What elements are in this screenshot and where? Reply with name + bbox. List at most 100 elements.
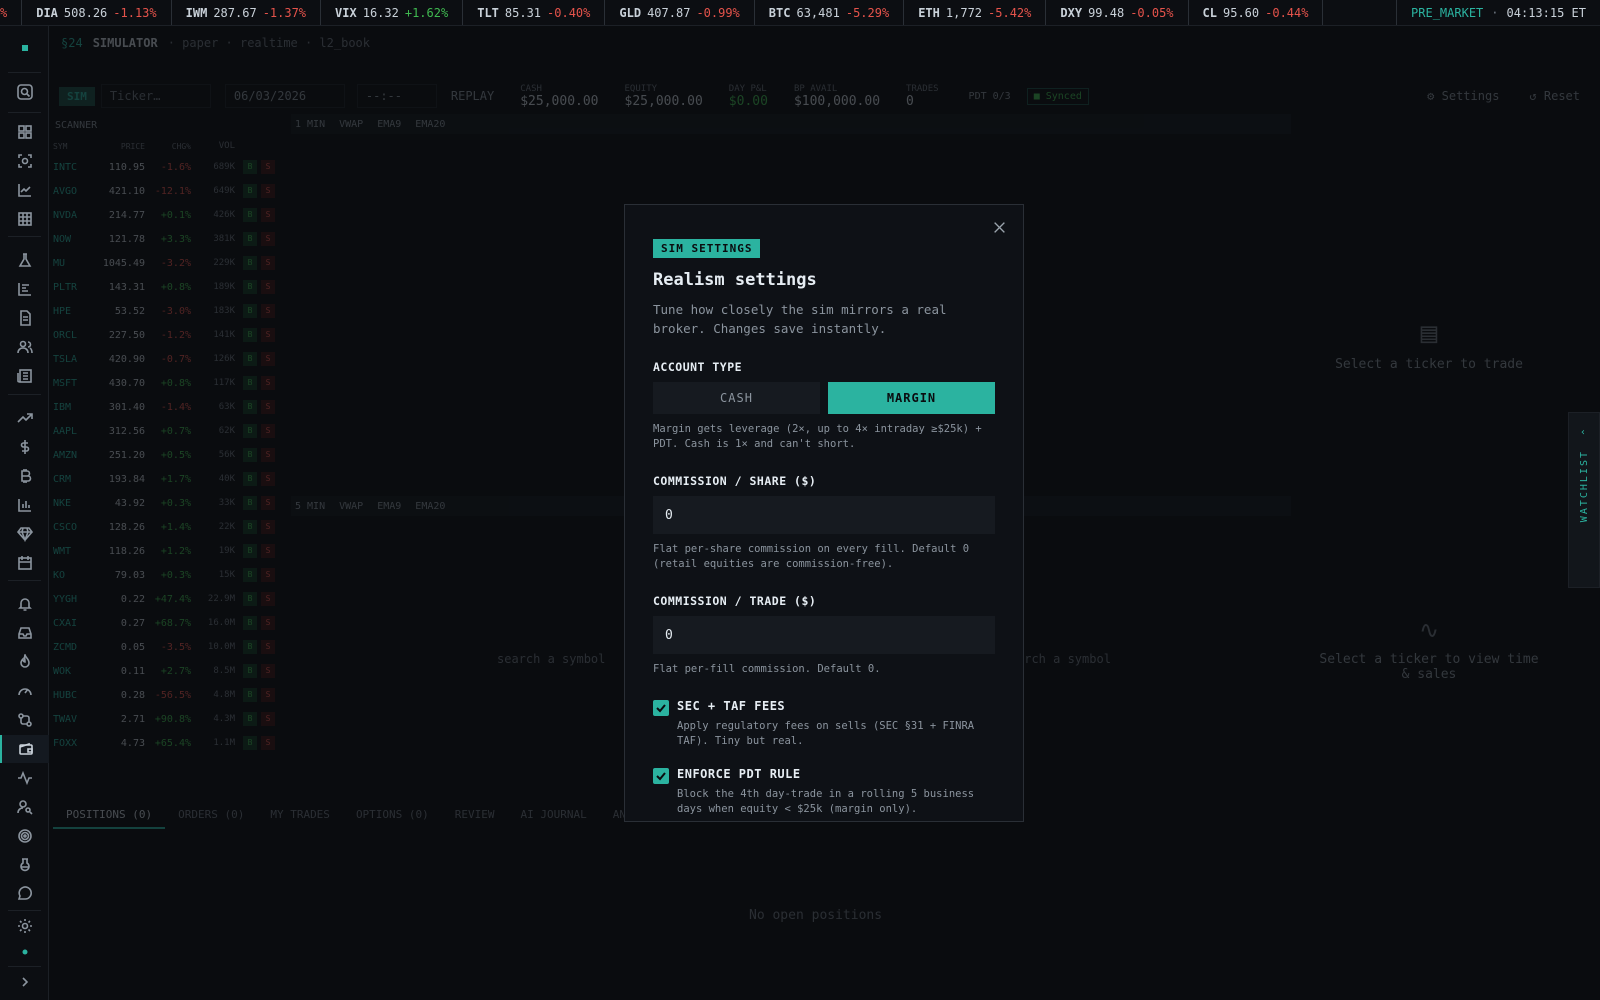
buy-button[interactable]: B <box>243 280 257 294</box>
sell-button[interactable]: S <box>261 640 275 654</box>
ticker-item[interactable]: ETH 1,772 -5.42% <box>904 0 1047 25</box>
chart-1min-timeframe[interactable]: 1 MIN <box>295 119 325 130</box>
buy-button[interactable]: B <box>243 328 257 342</box>
sell-button[interactable]: S <box>261 208 275 222</box>
scanner-row[interactable]: CSCO 128.26 +1.4% 22K B S <box>53 515 289 539</box>
scanner-row[interactable]: FOXX 4.73 +65.4% 1.1M B S <box>53 731 289 755</box>
scanner-row[interactable]: PLTR 143.31 +0.8% 189K B S <box>53 275 289 299</box>
date-input[interactable]: 06/03/2026 <box>224 84 345 108</box>
bottom-tab[interactable]: AI JOURNAL <box>508 802 600 829</box>
scanner-row[interactable]: YYGH 0.22 +47.4% 22.9M B S <box>53 587 289 611</box>
margin-option-button[interactable]: MARGIN <box>828 382 995 414</box>
buy-button[interactable]: B <box>243 664 257 678</box>
flask-icon[interactable] <box>0 246 49 274</box>
document-icon[interactable] <box>0 304 49 332</box>
buy-button[interactable]: B <box>243 160 257 174</box>
sell-button[interactable]: S <box>261 256 275 270</box>
news-icon[interactable] <box>0 362 49 390</box>
scanner-row[interactable]: IBM 301.40 -1.4% 63K B S <box>53 395 289 419</box>
ticker-search-input[interactable]: Ticker… <box>100 84 211 108</box>
sell-button[interactable]: S <box>261 448 275 462</box>
scanner-row[interactable]: KO 79.03 +0.3% 15K B S <box>53 563 289 587</box>
pdt-rule-checkbox[interactable] <box>653 768 669 784</box>
scanner-row[interactable]: AMZN 251.20 +0.5% 56K B S <box>53 443 289 467</box>
analytics-icon[interactable] <box>0 491 49 519</box>
scanner-row[interactable]: NKE 43.92 +0.3% 33K B S <box>53 491 289 515</box>
scanner-row[interactable]: INTC 110.95 -1.6% 689K B S <box>53 155 289 179</box>
chart-1min-vwap[interactable]: VWAP <box>339 119 363 130</box>
scanner-row[interactable]: MSFT 430.70 +0.8% 117K B S <box>53 371 289 395</box>
sell-button[interactable]: S <box>261 664 275 678</box>
ticker-item[interactable]: VIX 16.32 +1.62% <box>321 0 464 25</box>
time-input[interactable]: --:-- <box>356 84 437 108</box>
sell-button[interactable]: S <box>261 424 275 438</box>
sell-button[interactable]: S <box>261 280 275 294</box>
commission-share-input[interactable]: 0 <box>653 496 995 534</box>
ticker-item[interactable]: CL 95.60 -0.44% <box>1189 0 1324 25</box>
buy-button[interactable]: B <box>243 544 257 558</box>
scanner-row[interactable]: WOK 0.11 +2.7% 8.5M B S <box>53 659 289 683</box>
bottom-tab[interactable]: POSITIONS (0) <box>53 802 166 829</box>
chart-5min-vwap[interactable]: VWAP <box>339 501 363 512</box>
chart-5min-ema9[interactable]: EMA9 <box>377 501 401 512</box>
sec-taf-fees-checkbox[interactable] <box>653 700 669 716</box>
settings-button[interactable]: ⚙ Settings <box>1427 89 1499 103</box>
scanner-row[interactable]: MU 1045.49 -3.2% 229K B S <box>53 251 289 275</box>
sell-button[interactable]: S <box>261 400 275 414</box>
flame-icon[interactable] <box>0 648 49 676</box>
chart-5min-timeframe[interactable]: 5 MIN <box>295 501 325 512</box>
bottom-tab[interactable]: OPTIONS (0) <box>343 802 442 829</box>
scanner-row[interactable]: HPE 53.52 -3.0% 183K B S <box>53 299 289 323</box>
scan-icon[interactable] <box>0 147 49 175</box>
sell-button[interactable]: S <box>261 712 275 726</box>
inbox-icon[interactable] <box>0 619 49 647</box>
reset-button[interactable]: ↺ Reset <box>1529 89 1580 103</box>
swap-icon[interactable] <box>0 706 49 734</box>
buy-button[interactable]: B <box>243 208 257 222</box>
dollar-icon[interactable] <box>0 433 49 461</box>
chart-5min-ema20[interactable]: EMA20 <box>415 501 445 512</box>
buy-button[interactable]: B <box>243 688 257 702</box>
gear-icon[interactable] <box>0 912 49 940</box>
ticker-item[interactable]: TLT 85.31 -0.40% <box>463 0 606 25</box>
scanner-row[interactable]: CRM 193.84 +1.7% 40K B S <box>53 467 289 491</box>
close-icon[interactable] <box>989 217 1009 237</box>
target-icon[interactable] <box>0 822 49 850</box>
ticker-item[interactable]: IWM 287.67 -1.37% <box>172 0 322 25</box>
scanner-row[interactable]: WMT 118.26 +1.2% 19K B S <box>53 539 289 563</box>
sell-button[interactable]: S <box>261 352 275 366</box>
sell-button[interactable]: S <box>261 496 275 510</box>
bottom-tab[interactable]: MY TRADES <box>257 802 343 829</box>
scanner-row[interactable]: AAPL 312.56 +0.7% 62K B S <box>53 419 289 443</box>
buy-button[interactable]: B <box>243 616 257 630</box>
sell-button[interactable]: S <box>261 472 275 486</box>
beaker-icon[interactable] <box>0 851 49 879</box>
chart-1min-ema9[interactable]: EMA9 <box>377 119 401 130</box>
buy-button[interactable]: B <box>243 424 257 438</box>
commission-trade-input[interactable]: 0 <box>653 616 995 654</box>
buy-button[interactable]: B <box>243 184 257 198</box>
scanner-row[interactable]: TSLA 420.90 -0.7% 126K B S <box>53 347 289 371</box>
buy-button[interactable]: B <box>243 736 257 750</box>
bell-icon[interactable] <box>0 590 49 618</box>
ticker-item[interactable]: DXY 99.48 -0.05% <box>1046 0 1189 25</box>
sell-button[interactable]: S <box>261 304 275 318</box>
ticker-item[interactable]: BTC 63,481 -5.29% <box>755 0 905 25</box>
watchlist-tab[interactable]: ‹ WATCHLIST <box>1568 412 1600 588</box>
sell-button[interactable]: S <box>261 232 275 246</box>
trending-icon[interactable] <box>0 404 49 432</box>
sell-button[interactable]: S <box>261 736 275 750</box>
scanner-row[interactable]: NVDA 214.77 +0.1% 426K B S <box>53 203 289 227</box>
scanner-row[interactable]: ZCMD 0.05 -3.5% 10.0M B S <box>53 635 289 659</box>
cash-option-button[interactable]: CASH <box>653 382 820 414</box>
buy-button[interactable]: B <box>243 376 257 390</box>
ticker-item[interactable]: GLD 407.87 -0.99% <box>605 0 755 25</box>
bar-chart-icon[interactable] <box>0 275 49 303</box>
bitcoin-icon[interactable] <box>0 462 49 490</box>
buy-button[interactable]: B <box>243 304 257 318</box>
activity-icon[interactable] <box>0 764 49 792</box>
sell-button[interactable]: S <box>261 328 275 342</box>
sell-button[interactable]: S <box>261 688 275 702</box>
buy-button[interactable]: B <box>243 232 257 246</box>
buy-button[interactable]: B <box>243 712 257 726</box>
